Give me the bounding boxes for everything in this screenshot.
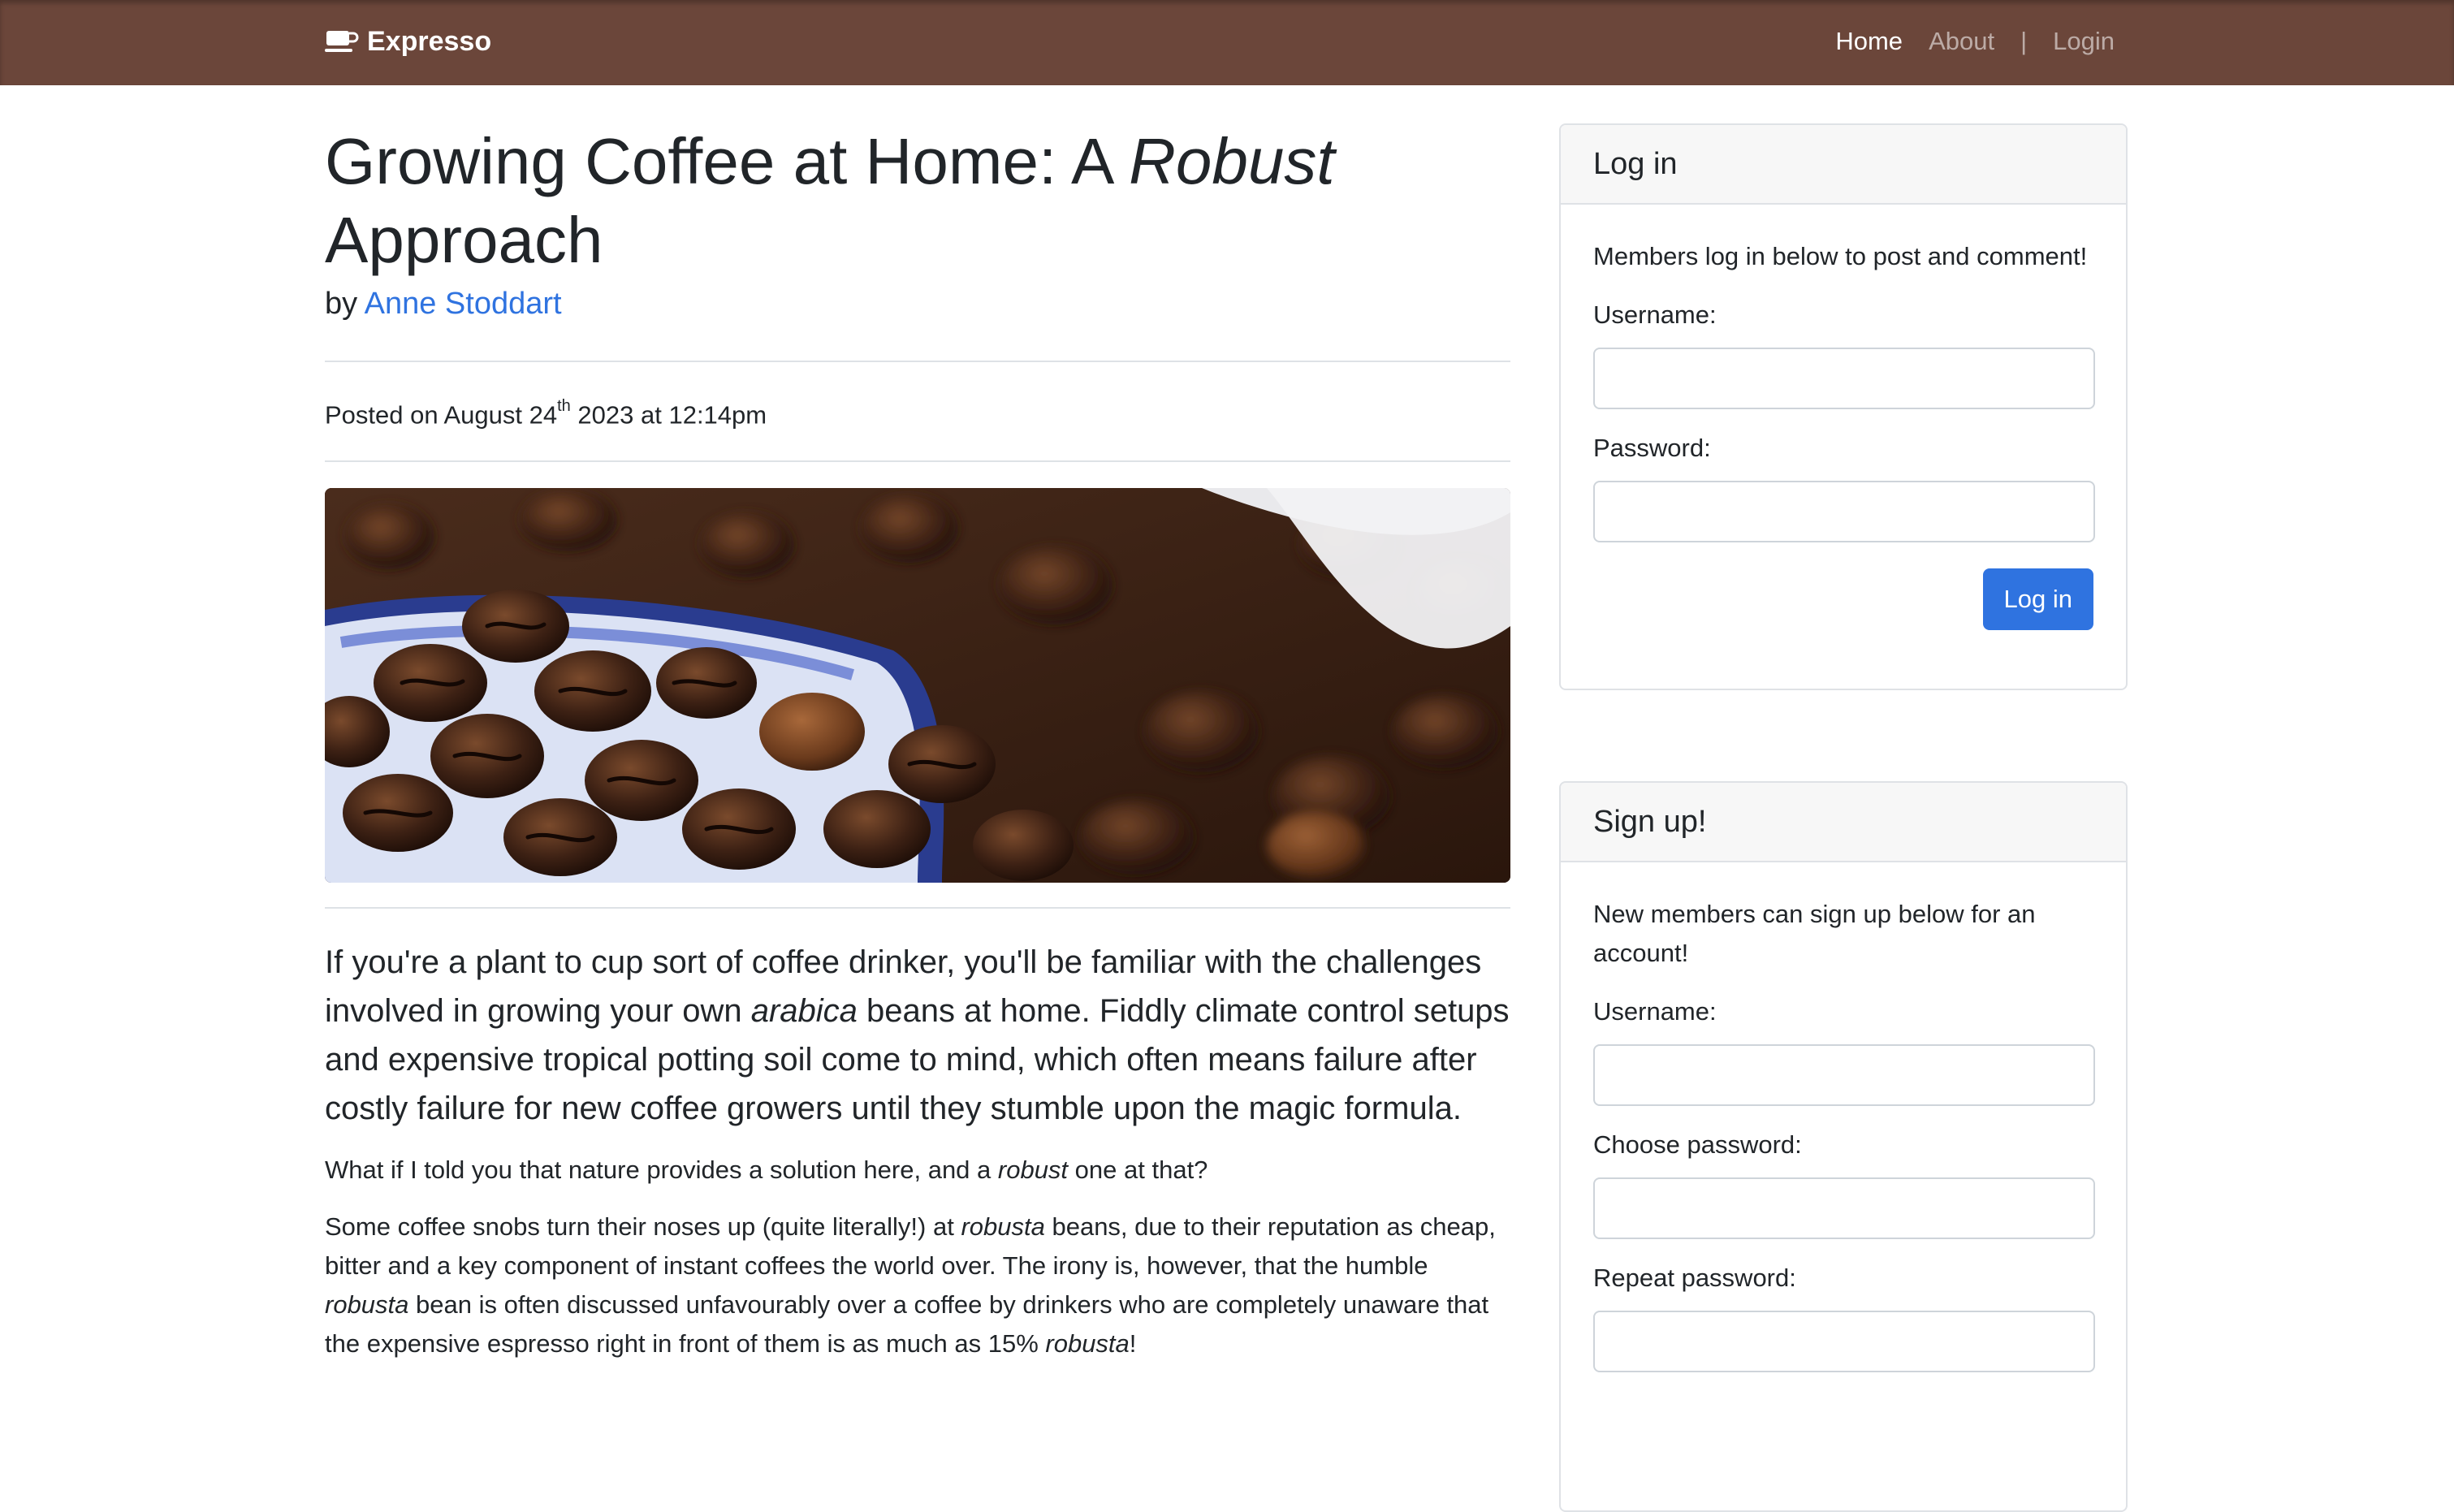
login-password-label: Password: (1593, 434, 1711, 462)
para-italic: robusta (961, 1212, 1045, 1242)
nav-about-link[interactable]: About (1929, 27, 1994, 56)
divider (325, 460, 1510, 463)
body-paragraph-2: Some coffee snobs turn their noses up (q… (325, 1207, 1510, 1363)
para-italic: robust (997, 1156, 1069, 1185)
nav-login-link[interactable]: Login (2053, 27, 2115, 56)
body-paragraph-1: What if I told you that nature provides … (325, 1151, 1510, 1190)
para-text: one at that? (1068, 1156, 1208, 1185)
brand-logo[interactable]: Expresso (325, 21, 491, 62)
post-date-suffix: 2023 at 12:14pm (570, 400, 767, 430)
nav-separator: | (2020, 27, 2028, 55)
signup-repeat-input[interactable] (1593, 1311, 2095, 1372)
login-button[interactable]: Log in (1982, 568, 2093, 630)
para-text: What if I told you that nature provides … (325, 1156, 998, 1185)
signup-password-label: Choose password: (1593, 1130, 1802, 1159)
signup-card: Sign up! New members can sign up below f… (1559, 781, 2128, 1512)
signup-username-label: Username: (1593, 997, 1717, 1026)
coffee-beans-illustration (325, 488, 1510, 883)
nav-home-link[interactable]: Home (1835, 27, 1903, 56)
article: Growing Coffee at Home: A Robust Approac… (325, 122, 1510, 1363)
title-text-2: Approach (325, 204, 603, 276)
post-date-sup: th (557, 397, 571, 415)
login-card: Log in Members log in below to post and … (1559, 123, 2128, 690)
login-username-input[interactable] (1593, 348, 2095, 409)
nav-links: Home About | Login (1835, 23, 2115, 60)
byline-prefix: by (325, 287, 365, 321)
top-navbar: Expresso Home About | Login (0, 0, 2454, 85)
byline: by Anne Stoddart (325, 283, 1510, 325)
brand-name: Expresso (367, 25, 492, 57)
author-link[interactable]: Anne Stoddart (365, 287, 562, 321)
post-date-text: Posted on August 24 (325, 400, 558, 430)
signup-username-input[interactable] (1593, 1044, 2095, 1106)
para-text: bean is often discussed unfavourably ove… (325, 1290, 1489, 1359)
title-italic: Robust (1129, 125, 1335, 197)
login-password-input[interactable] (1593, 481, 2095, 542)
signup-card-header: Sign up! (1561, 783, 2126, 862)
login-description: Members log in below to post and comment… (1593, 242, 2088, 270)
lead-paragraph: If you're a plant to cup sort of coffee … (325, 938, 1510, 1133)
coffee-cup-icon (325, 31, 359, 52)
para-text: ! (1129, 1329, 1137, 1359)
login-username-label: Username: (1593, 300, 1717, 329)
login-actions: Log in (1593, 568, 2093, 689)
lead-italic: arabica (750, 993, 858, 1030)
para-text: Some coffee snobs turn their noses up (q… (325, 1212, 961, 1242)
coffee-beans-image (325, 488, 1510, 883)
para-italic: robusta (1045, 1329, 1130, 1359)
article-title: Growing Coffee at Home: A Robust Approac… (325, 122, 1510, 279)
signup-card-body: New members can sign up below for an acc… (1561, 862, 2126, 1372)
para-italic: robusta (325, 1290, 409, 1320)
login-card-body: Members log in below to post and comment… (1561, 205, 2126, 689)
signup-description: New members can sign up below for an acc… (1593, 900, 2036, 967)
title-text-1: Growing Coffee at Home: A (325, 125, 1130, 197)
post-date: Posted on August 24th 2023 at 12:14pm (325, 362, 1510, 460)
divider (325, 907, 1510, 909)
signup-password-input[interactable] (1593, 1177, 2095, 1239)
login-card-header: Log in (1561, 125, 2126, 205)
signup-repeat-label: Repeat password: (1593, 1264, 1796, 1292)
